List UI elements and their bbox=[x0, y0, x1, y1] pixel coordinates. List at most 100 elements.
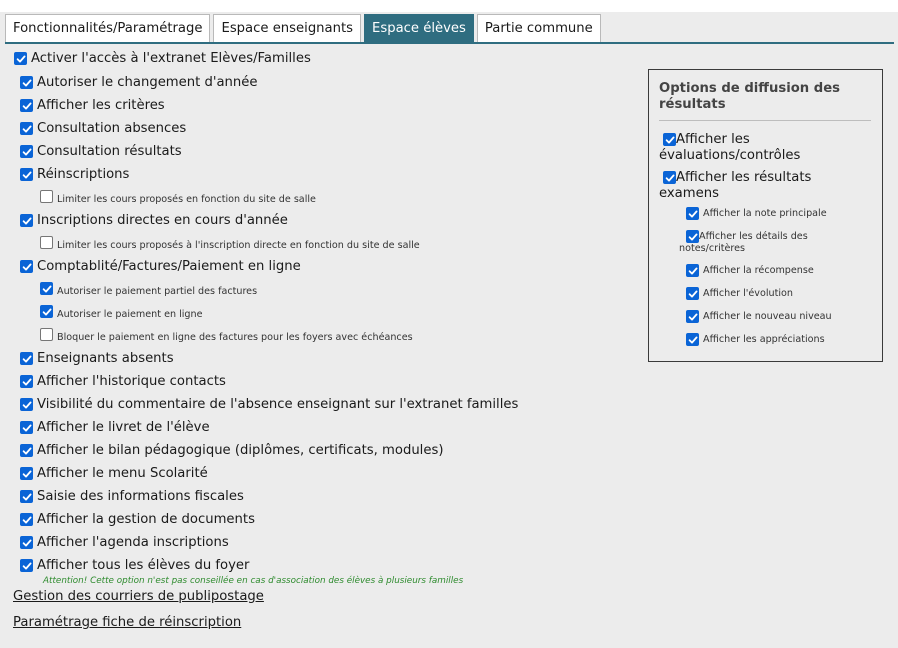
option-label: Afficher la note principale bbox=[703, 208, 827, 219]
option-row-menu-scolarite: Afficher le menu Scolarité bbox=[20, 466, 208, 481]
checkbox-paiement-partiel[interactable] bbox=[40, 282, 53, 295]
results-options-panel: Options de diffusion des résultats Affic… bbox=[648, 69, 883, 362]
checkbox-comptabilite[interactable] bbox=[20, 260, 33, 273]
panel-title: Options de diffusion des résultats bbox=[659, 81, 841, 112]
panel-divider bbox=[659, 120, 871, 121]
panel-row-details-notes: Afficher les détails des notes/critères bbox=[679, 230, 816, 254]
option-label: Afficher la récompense bbox=[703, 265, 814, 276]
option-label: Autoriser le paiement en ligne bbox=[57, 309, 203, 320]
option-label: Afficher le livret de l'élève bbox=[37, 420, 210, 435]
link-parametrage-reinscription[interactable]: Paramétrage fiche de réinscription bbox=[13, 615, 241, 630]
checkbox-menu-scolarite[interactable] bbox=[20, 467, 33, 480]
option-label: Bloquer le paiement en ligne des facture… bbox=[57, 332, 413, 343]
panel-row-recompense: Afficher la récompense bbox=[686, 264, 866, 277]
top-strip bbox=[0, 0, 898, 12]
panel-row-note-principale: Afficher la note principale bbox=[686, 207, 866, 220]
option-label: Réinscriptions bbox=[37, 167, 130, 182]
option-label: Enseignants absents bbox=[37, 351, 174, 366]
checkbox-reinscriptions[interactable] bbox=[20, 168, 33, 181]
option-row-paiement-partiel: Autoriser le paiement partiel des factur… bbox=[40, 282, 258, 297]
option-row-historique-contacts: Afficher l'historique contacts bbox=[20, 374, 226, 389]
option-label: Afficher tous les élèves du foyer bbox=[37, 558, 250, 573]
option-row-changement-annee: Autoriser le changement d'année bbox=[20, 75, 258, 90]
option-row-criteres: Afficher les critères bbox=[20, 98, 165, 113]
checkbox-gestion-documents[interactable] bbox=[20, 513, 33, 526]
tab-fonctionnalites[interactable]: Fonctionnalités/Paramétrage bbox=[5, 14, 211, 42]
checkbox-limiter-inscription-directe[interactable] bbox=[40, 236, 53, 249]
checkbox-absences[interactable] bbox=[20, 122, 33, 135]
tab-espace-enseignants[interactable]: Espace enseignants bbox=[213, 14, 362, 42]
option-row-agenda-inscriptions: Afficher l'agenda inscriptions bbox=[20, 535, 229, 550]
checkbox-tous-eleves-foyer[interactable] bbox=[20, 559, 33, 572]
option-label: Comptablité/Factures/Paiement en ligne bbox=[37, 259, 301, 274]
option-label: Consultation absences bbox=[37, 121, 187, 136]
option-row-activer-extranet: Activer l'accès à l'extranet Elèves/Fami… bbox=[14, 51, 311, 66]
option-row-inscriptions-directes: Inscriptions directes en cours d'année bbox=[20, 213, 288, 228]
tab-underline bbox=[5, 42, 894, 44]
panel-row-appreciations: Afficher les appréciations bbox=[686, 333, 866, 346]
option-label: Afficher les critères bbox=[37, 98, 165, 113]
tab-bar: Fonctionnalités/Paramétrage Espace ensei… bbox=[5, 14, 604, 43]
option-row-limiter-inscription-directe: Limiter les cours proposés à l'inscripti… bbox=[40, 236, 420, 251]
checkbox-inscriptions-directes[interactable] bbox=[20, 214, 33, 227]
option-label: Afficher l'évolution bbox=[703, 288, 793, 299]
option-label: Afficher le menu Scolarité bbox=[37, 466, 208, 481]
tab-partie-commune[interactable]: Partie commune bbox=[476, 14, 601, 42]
option-label: Afficher la gestion de documents bbox=[37, 512, 255, 527]
option-label: Autoriser le changement d'année bbox=[37, 75, 258, 90]
link-gestion-publipostage[interactable]: Gestion des courriers de publipostage bbox=[13, 589, 264, 604]
checkbox-enseignants-absents[interactable] bbox=[20, 352, 33, 365]
checkbox-agenda-inscriptions[interactable] bbox=[20, 536, 33, 549]
checkbox-note-principale[interactable] bbox=[686, 207, 699, 220]
option-label: Limiter les cours proposés en fonction d… bbox=[57, 194, 316, 205]
option-row-bilan-pedagogique: Afficher le bilan pédagogique (diplômes,… bbox=[20, 443, 443, 458]
checkbox-recompense[interactable] bbox=[686, 264, 699, 277]
option-label: Afficher les résultats examens bbox=[659, 170, 812, 201]
option-row-paiement-en-ligne: Autoriser le paiement en ligne bbox=[40, 305, 203, 320]
option-label: Limiter les cours proposés à l'inscripti… bbox=[57, 240, 420, 251]
option-row-gestion-documents: Afficher la gestion de documents bbox=[20, 512, 255, 527]
warning-text: Attention! Cette option n'est pas consei… bbox=[43, 576, 464, 586]
checkbox-changement-annee[interactable] bbox=[20, 76, 33, 89]
checkbox-appreciations[interactable] bbox=[686, 333, 699, 346]
checkbox-limiter-site-salle[interactable] bbox=[40, 190, 53, 203]
panel-row-resultats-examens: Afficher les résultats examens bbox=[659, 170, 863, 202]
option-label: Consultation résultats bbox=[37, 144, 182, 159]
option-row-absences: Consultation absences bbox=[20, 121, 186, 136]
option-label: Visibilité du commentaire de l'absence e… bbox=[37, 397, 519, 412]
option-row-tous-eleves-foyer: Afficher tous les élèves du foyer bbox=[20, 558, 249, 573]
checkbox-livret-eleve[interactable] bbox=[20, 421, 33, 434]
option-label: Autoriser le paiement partiel des factur… bbox=[57, 286, 258, 297]
option-row-informations-fiscales: Saisie des informations fiscales bbox=[20, 489, 244, 504]
option-row-commentaire-absence: Visibilité du commentaire de l'absence e… bbox=[20, 397, 518, 412]
checkbox-activer-extranet[interactable] bbox=[14, 52, 27, 65]
option-label: Inscriptions directes en cours d'année bbox=[37, 213, 288, 228]
option-label: Afficher l'historique contacts bbox=[37, 374, 226, 389]
option-label: Afficher les appréciations bbox=[703, 334, 825, 345]
option-label: Afficher l'agenda inscriptions bbox=[37, 535, 229, 550]
checkbox-paiement-en-ligne[interactable] bbox=[40, 305, 53, 318]
option-row-reinscriptions: Réinscriptions bbox=[20, 167, 129, 182]
option-row-bloquer-paiement: Bloquer le paiement en ligne des facture… bbox=[40, 328, 413, 343]
checkbox-bloquer-paiement[interactable] bbox=[40, 328, 53, 341]
option-label: Afficher le nouveau niveau bbox=[703, 311, 832, 322]
option-label: Afficher les évaluations/contrôles bbox=[659, 132, 801, 163]
option-label: Activer l'accès à l'extranet Elèves/Fami… bbox=[31, 51, 311, 66]
option-label: Saisie des informations fiscales bbox=[37, 489, 244, 504]
checkbox-nouveau-niveau[interactable] bbox=[686, 310, 699, 323]
option-row-comptabilite: Comptablité/Factures/Paiement en ligne bbox=[20, 259, 301, 274]
panel-row-evolution: Afficher l'évolution bbox=[686, 287, 866, 300]
option-label: Afficher le bilan pédagogique (diplômes,… bbox=[37, 443, 444, 458]
checkbox-evolution[interactable] bbox=[686, 287, 699, 300]
checkbox-informations-fiscales[interactable] bbox=[20, 490, 33, 503]
checkbox-commentaire-absence[interactable] bbox=[20, 398, 33, 411]
panel-row-evaluations: Afficher les évaluations/contrôles bbox=[659, 132, 863, 164]
tab-espace-eleves[interactable]: Espace élèves bbox=[364, 14, 474, 42]
checkbox-bilan-pedagogique[interactable] bbox=[20, 444, 33, 457]
option-row-enseignants-absents: Enseignants absents bbox=[20, 351, 174, 366]
option-row-resultats: Consultation résultats bbox=[20, 144, 182, 159]
option-row-livret-eleve: Afficher le livret de l'élève bbox=[20, 420, 210, 435]
checkbox-resultats[interactable] bbox=[20, 145, 33, 158]
checkbox-historique-contacts[interactable] bbox=[20, 375, 33, 388]
checkbox-criteres[interactable] bbox=[20, 99, 33, 112]
